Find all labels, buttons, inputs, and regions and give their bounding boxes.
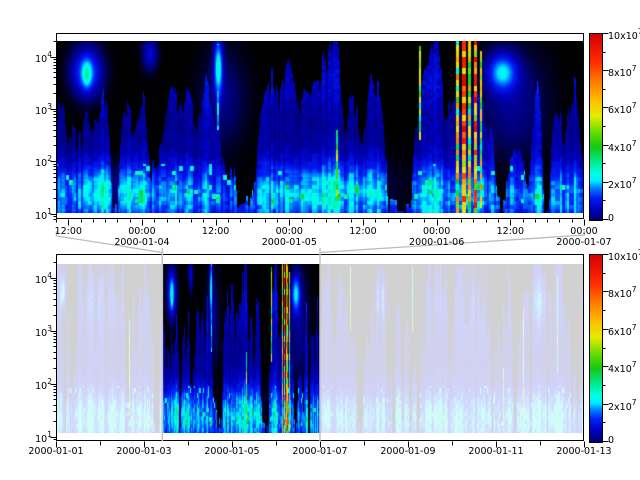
detail-colorbar-tick-label: 10x107 [608,27,640,42]
overview-x-tick-label: 2000-01-09 [373,446,443,457]
overview-colorbar-tick-label: 6x107 [608,323,640,338]
overview-x-tick-label: 2000-01-07 [285,446,355,457]
overview-y-major-ticks [51,279,57,438]
overview-x-tick-label: 2000-01-01 [21,446,91,457]
overview-x-tick-label: 2000-01-05 [197,446,267,457]
detail-x-tick-label: 12:00 [46,226,90,237]
colorbar-major-ticks [603,34,609,220]
detail-x-tick-label: 12:00 [194,226,238,237]
colorbar-overview [589,254,603,443]
detail-y-tick-label: 104 [18,50,52,65]
overview-x-minor-ticks [101,442,541,446]
overview-colorbar-tick-label: 10x107 [608,248,640,263]
detail-x-tick-label: 00:00 [562,226,606,237]
detail-x-tick-label: 00:00 [415,226,459,237]
overview-colorbar-tick-label: 8x107 [608,285,640,300]
detail-x-date-label: 2000-01-05 [256,237,322,248]
detail-y-tick-label: 101 [18,207,52,222]
detail-colorbar-tick-label: 6x107 [608,101,640,116]
overview-y-tick-label: 104 [18,271,52,286]
overview-y-tick-label: 102 [18,377,52,392]
detail-x-tick-label: 00:00 [267,226,311,237]
detail-x-minor-ticks [57,220,573,223]
overview-y-tick-label: 101 [18,430,52,445]
detail-x-tick-label: 12:00 [341,226,385,237]
overview-spectrogram-canvas[interactable] [57,264,583,433]
detail-colorbar-tick-label: 0 [608,213,640,224]
overview-y-tick-label: 103 [18,324,52,339]
overview-colorbar-tick-label: 2x107 [608,398,640,413]
detail-x-major-ticks [69,220,585,226]
detail-colorbar-tick-label: 2x107 [608,176,640,191]
detail-y-major-ticks [51,58,57,215]
overview-colorbar-tick-label: 4x107 [608,360,640,375]
detail-x-tick-label: 12:00 [488,226,532,237]
overview-x-tick-label: 2000-01-03 [109,446,179,457]
detail-x-date-label: 2000-01-06 [404,237,470,248]
overview-x-tick-label: 2000-01-13 [549,446,619,457]
detail-colorbar-tick-label: 4x107 [608,139,640,154]
detail-y-tick-label: 103 [18,102,52,117]
detail-spectrogram-canvas[interactable] [57,41,583,213]
detail-x-date-label: 2000-01-07 [551,237,617,248]
colorbar-major-ticks [603,255,609,442]
detail-y-tick-label: 102 [18,154,52,169]
overview-colorbar-tick-label: 0 [608,435,640,446]
detail-colorbar-tick-label: 8x107 [608,64,640,79]
detail-x-date-label: 2000-01-04 [109,237,175,248]
detail-x-tick-label: 00:00 [120,226,164,237]
colorbar-detail [589,33,603,221]
app-window: 10110210310410110210310412:0000:002000-0… [0,0,640,480]
overview-x-tick-label: 2000-01-11 [461,446,531,457]
